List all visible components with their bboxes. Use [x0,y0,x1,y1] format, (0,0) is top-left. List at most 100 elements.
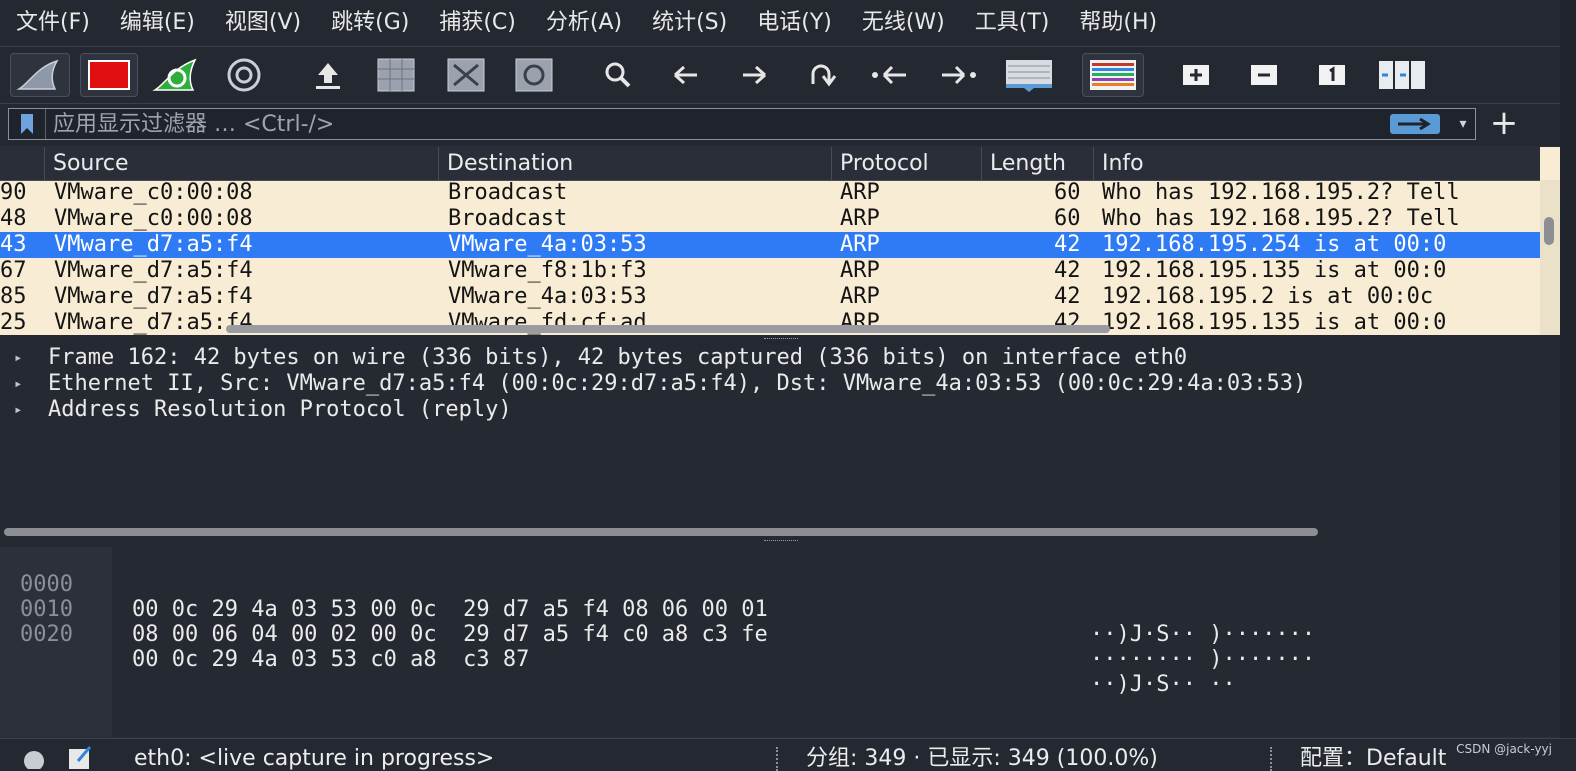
expert-info-icon[interactable] [20,749,48,769]
bytes-offset: 0020 [20,622,73,647]
packet-bytes-pane: 0000 00 0c 29 4a 03 53 00 0c 29 d7 a5 f4… [0,547,1576,737]
packet-destination: VMware_f8:1b:f3 [448,258,647,283]
bytes-ascii[interactable]: ··)J·S·· ·· [1090,672,1236,697]
normal-size-button[interactable] [1304,53,1360,97]
packet-row[interactable]: 48 VMware_c0:00:08 Broadcast ARP 60 Who … [0,206,1540,232]
go-to-packet-button[interactable] [794,53,850,97]
packet-info: Who has 192.168.195.2? Tell [1102,180,1460,205]
zoom-out-button[interactable] [1236,53,1292,97]
colorize-button[interactable] [1082,53,1144,97]
menu-file[interactable]: 文件(F) [0,0,104,46]
menu-go[interactable]: 跳转(G) [315,0,423,46]
packet-length: 42 [1054,232,1081,257]
bytes-row[interactable]: 0020 00 0c 29 4a 03 53 c0 a8 c3 87 ··)J·… [0,597,1236,697]
open-file-button[interactable] [300,53,356,97]
display-filter-input[interactable] [53,109,1373,139]
packet-list-horizontal-scrollbar[interactable] [226,325,1110,333]
bytes-ascii[interactable]: ········ )······· [1090,647,1315,672]
zoom-in-button[interactable] [1168,53,1224,97]
packet-list-vertical-scrollbar[interactable] [1540,180,1560,335]
menu-capture[interactable]: 捕获(C) [423,0,530,46]
expand-arrow-icon[interactable]: ▸ [14,371,30,397]
menu-wireless[interactable]: 无线(W) [846,0,959,46]
display-filter-bar: ▾ + [0,104,1576,146]
save-file-button[interactable] [368,53,424,97]
menu-edit[interactable]: 编辑(E) [104,0,209,46]
zoom-in-icon [1183,65,1209,85]
status-separator[interactable] [776,747,778,771]
packet-source: VMware_d7:a5:f4 [54,258,253,283]
add-filter-button[interactable]: + [1487,106,1521,140]
close-file-button[interactable] [438,53,494,97]
packet-info: Who has 192.168.195.2? Tell [1102,206,1460,231]
arrow-right-icon [1398,117,1431,131]
bytes-row[interactable]: 0010 08 00 06 04 00 02 00 0c 29 d7 a5 f4… [0,572,1315,672]
jump-arrow-icon [811,64,837,87]
splitter-grip[interactable] [764,540,798,544]
packet-row-selected[interactable]: 43 VMware_d7:a5:f4 VMware_4a:03:53 ARP 4… [0,232,1540,258]
tree-item-label: Ethernet II, Src: VMware_d7:a5:f4 (00:0c… [48,371,1307,396]
menu-view[interactable]: 视图(V) [209,0,315,46]
bytes-hex[interactable]: 00 0c 29 4a 03 53 c0 a8 c3 87 [132,647,529,672]
splitter-grip[interactable] [764,338,798,342]
tree-item-ethernet[interactable]: ▸ Ethernet II, Src: VMware_d7:a5:f4 (00:… [0,371,1556,397]
expand-arrow-icon[interactable]: ▸ [14,397,30,423]
gear-icon [227,58,261,92]
menu-help[interactable]: 帮助(H) [1063,0,1171,46]
packet-no: 25 [0,310,27,335]
details-horizontal-scrollbar[interactable] [4,528,1318,536]
packet-source: VMware_d7:a5:f4 [54,284,253,309]
go-first-packet-button[interactable] [862,53,918,97]
scrollbar-thumb[interactable] [1544,217,1554,245]
reload-icon [515,58,553,92]
packet-source: VMware_d7:a5:f4 [54,232,253,257]
reload-file-button[interactable] [506,53,562,97]
packet-source: VMware_c0:00:08 [54,180,253,205]
packet-length: 42 [1054,284,1081,309]
column-info[interactable]: Info [1093,147,1540,180]
capture-comment-icon[interactable] [66,745,94,771]
expand-arrow-icon[interactable]: ▸ [14,345,30,371]
go-forward-button[interactable] [726,53,782,97]
packet-protocol: ARP [840,284,880,309]
pane-splitter[interactable] [0,335,1576,345]
arrow-right-icon [743,65,766,85]
apply-filter-button[interactable] [1390,114,1440,134]
tree-item-arp[interactable]: ▸ Address Resolution Protocol (reply) [0,397,1556,423]
bytes-hex[interactable]: 00 0c 29 4a 03 53 00 0c 29 d7 a5 f4 08 0… [132,597,768,622]
packet-length: 60 [1054,206,1081,231]
find-packet-button[interactable] [590,53,646,97]
stop-capture-button[interactable] [80,53,138,97]
column-destination[interactable]: Destination [438,147,831,180]
restart-capture-button[interactable] [148,53,204,97]
resize-columns-icon [1379,61,1425,89]
column-source[interactable]: Source [44,147,438,180]
tree-item-frame[interactable]: ▸ Frame 162: 42 bytes on wire (336 bits)… [0,345,1556,371]
resize-columns-button[interactable] [1374,53,1430,97]
column-length[interactable]: Length [981,147,1093,180]
capture-options-button[interactable] [216,53,272,97]
bytes-ascii[interactable]: ··)J·S·· )······· [1090,622,1315,647]
filter-history-dropdown[interactable]: ▾ [1453,113,1473,135]
profile-status[interactable]: 配置：Default [1300,743,1446,771]
go-back-button[interactable] [658,53,714,97]
menu-statistics[interactable]: 统计(S) [636,0,741,46]
bytes-row[interactable]: 0000 00 0c 29 4a 03 53 00 0c 29 d7 a5 f4… [0,547,1315,647]
start-capture-button[interactable] [10,53,70,97]
menu-analyze[interactable]: 分析(A) [530,0,636,46]
menu-telephony[interactable]: 电话(Y) [741,0,846,46]
bytes-hex[interactable]: 08 00 06 04 00 02 00 0c 29 d7 a5 f4 c0 a… [132,622,768,647]
chevron-down-icon: ▾ [1459,116,1467,132]
auto-scroll-button[interactable] [1000,53,1058,97]
packet-destination: VMware_4a:03:53 [448,284,647,309]
menu-tools[interactable]: 工具(T) [959,0,1064,46]
go-last-packet-button[interactable] [930,53,986,97]
packet-row[interactable]: 85 VMware_d7:a5:f4 VMware_4a:03:53 ARP 4… [0,284,1540,310]
column-protocol[interactable]: Protocol [831,147,981,180]
pane-splitter[interactable] [0,537,1576,547]
packet-row[interactable]: 67 VMware_d7:a5:f4 VMware_f8:1b:f3 ARP 4… [0,258,1540,284]
status-separator[interactable] [1270,747,1272,771]
packet-row[interactable]: 90 VMware_c0:00:08 Broadcast ARP 60 Who … [0,180,1540,206]
filter-bookmark-button[interactable] [9,109,46,139]
tree-item-label: Frame 162: 42 bytes on wire (336 bits), … [48,345,1188,370]
